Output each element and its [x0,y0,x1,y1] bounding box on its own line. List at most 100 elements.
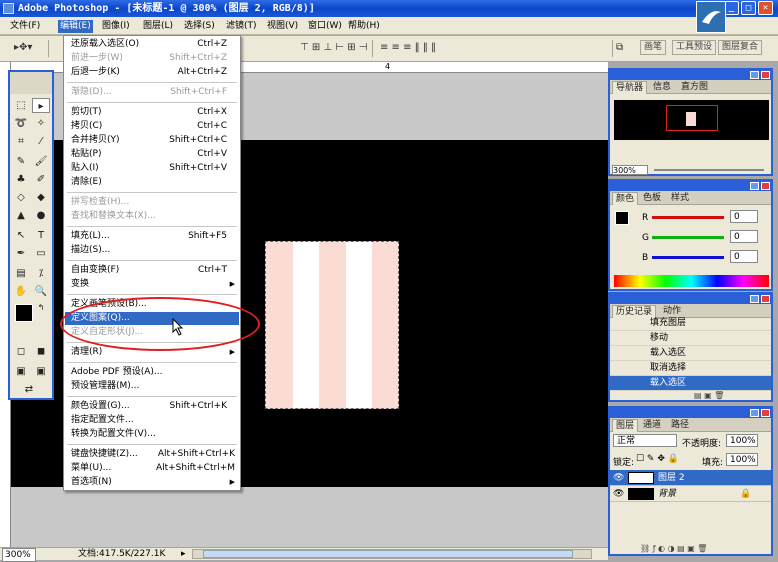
menu-assign-profile[interactable]: 指定配置文件... [65,414,239,427]
palette-well-icon[interactable]: ⧉ [616,41,623,55]
dock-tab-layer-comps[interactable]: 图层复合 [718,40,763,55]
status-menu-arrow-icon[interactable]: ▸ [181,548,186,560]
eyedropper-icon[interactable]: ⁒ [32,266,50,281]
pen-tool-icon[interactable]: ✒ [12,246,30,261]
crop-tool-icon[interactable]: ⌗ [12,134,30,149]
move-tool-icon[interactable]: ▸✥▾ [14,41,32,55]
close-icon[interactable] [761,182,770,190]
minimize-icon[interactable] [750,71,759,79]
view-box[interactable] [666,105,718,131]
full-screen-icon[interactable]: ▣ [32,364,50,379]
menu-pdf-presets[interactable]: Adobe PDF 预设(A)... [65,366,239,379]
minimize-icon[interactable] [750,409,759,417]
foreground-color-swatch[interactable] [15,304,33,322]
menu-paste-into[interactable]: 贴入(I) Shift+Ctrl+V [65,162,239,175]
magic-wand-icon[interactable]: ✧ [32,116,50,131]
tab-layers[interactable]: 图层 [612,419,639,432]
brush-tool-icon[interactable]: 🖌 [32,154,50,169]
zoom-slider[interactable] [654,169,764,171]
imageready-jump-icon[interactable]: ⇄ [20,382,38,397]
quick-mask-icon[interactable]: ◼ [32,344,50,359]
minimize-icon[interactable] [750,295,759,303]
visibility-eye-icon[interactable]: 👁 [613,486,624,502]
menu-clear[interactable]: 清除(E) [65,176,239,189]
eraser-tool-icon[interactable]: ◇ [12,190,30,205]
minimize-button[interactable]: _ [724,1,739,15]
menu-step-backward[interactable]: 后退一步(K) Alt+Ctrl+Z [65,66,239,79]
hand-tool-icon[interactable]: ✋ [12,284,30,299]
dodge-tool-icon[interactable]: ● [32,208,50,223]
history-item[interactable]: 取消选择 [610,361,771,376]
align-buttons[interactable]: ⊤ ⊞ ⊥ ⊢ ⊞ ⊣ [300,41,368,55]
shape-tool-icon[interactable]: ▭ [32,246,50,261]
menu-filter[interactable]: 滤镜(T) [224,20,259,33]
menu-undo[interactable]: 还原载入选区(O) Ctrl+Z [65,38,239,51]
color-spectrum[interactable] [614,275,769,287]
menu-select[interactable]: 选择(S) [182,20,217,33]
blend-mode-select[interactable]: 正常 [613,434,677,447]
layer-row-background[interactable]: 👁 背景 🔒 [610,486,771,502]
path-selection-icon[interactable]: ↖ [12,228,30,243]
menu-color-settings[interactable]: 颜色设置(G)... Shift+Ctrl+K [65,400,239,413]
menu-cut[interactable]: 剪切(T) Ctrl+X [65,106,239,119]
notes-tool-icon[interactable]: ▤ [12,266,30,281]
lasso-tool-icon[interactable]: ➰ [12,116,30,131]
blur-tool-icon[interactable]: ▲ [12,208,30,223]
menu-preferences[interactable]: 首选项(N) ▶ [65,476,239,489]
screen-mode-icon[interactable]: ▣ [12,364,30,379]
close-icon[interactable] [761,71,770,79]
menu-transform[interactable]: 变换 ▶ [65,278,239,291]
healing-brush-icon[interactable]: ✎ [12,154,30,169]
menu-view[interactable]: 视图(V) [265,20,300,33]
menu-layer[interactable]: 图层(L) [141,20,175,33]
history-item[interactable]: 载入选区 [610,346,771,361]
slice-tool-icon[interactable]: ⁄ [32,134,50,149]
tab-info[interactable]: 信息 [650,81,674,94]
tab-channels[interactable]: 通道 [640,419,664,432]
history-buttons[interactable]: ▤ ▣ 🗑 [694,392,766,400]
dock-tab-tool-presets[interactable]: 工具预设 [672,40,717,55]
navigator-zoom-field[interactable]: 300% [612,165,648,175]
visibility-eye-icon[interactable]: 👁 [613,470,624,486]
slider-g[interactable] [652,236,724,239]
menu-preset-manager[interactable]: 预设管理器(M)... [65,380,239,393]
history-item-selected[interactable]: 载入选区 [610,376,771,391]
tab-histogram[interactable]: 直方图 [678,81,711,94]
scroll-thumb[interactable] [203,550,573,558]
slider-b[interactable] [652,256,724,259]
menu-convert-profile[interactable]: 转换为配置文件(V)... [65,428,239,441]
horizontal-scrollbar[interactable] [192,549,592,559]
gradient-tool-icon[interactable]: ◆ [32,190,50,205]
menu-copy[interactable]: 拷贝(C) Ctrl+C [65,120,239,133]
swap-colors-icon[interactable]: ↰ [32,300,50,315]
stamp-tool-icon[interactable]: ♣ [12,172,30,187]
tab-swatches[interactable]: 色板 [640,192,664,205]
input-b[interactable]: 0 [730,250,758,263]
menu-edit[interactable]: 编辑(E) [58,20,93,33]
minimize-icon[interactable] [750,182,759,190]
layer-row-layer2[interactable]: 👁 图层 2 [610,470,771,486]
pattern-selection[interactable] [265,241,399,409]
close-icon[interactable] [761,409,770,417]
move-tool-icon[interactable]: ▸ [32,98,50,113]
menu-image[interactable]: 图像(I) [100,20,132,33]
close-icon[interactable] [761,295,770,303]
foreground-swatch[interactable] [615,211,629,225]
menu-paste[interactable]: 粘贴(P) Ctrl+V [65,148,239,161]
close-button[interactable]: ✕ [758,1,773,15]
maximize-button[interactable]: □ [741,1,756,15]
layer-buttons[interactable]: ⛓ ƒ ◐ ◑ ▤ ▣ 🗑 [640,544,768,554]
menu-help[interactable]: 帮助(H) [346,20,382,33]
standard-mode-icon[interactable]: ◻ [12,344,30,359]
menu-window[interactable]: 窗口(W) [306,20,344,33]
tab-styles[interactable]: 样式 [668,192,692,205]
tab-color[interactable]: 颜色 [612,192,639,205]
slider-r[interactable] [652,216,724,219]
fill-input[interactable]: 100% [726,453,758,466]
menu-keyboard-shortcuts[interactable]: 键盘快捷键(Z)... Alt+Shift+Ctrl+K [65,448,239,461]
tab-navigator[interactable]: 导航器 [612,81,648,94]
navigator-thumbnail[interactable] [614,100,769,140]
distribute-buttons[interactable]: ≡ ≡ ≡ ‖ ‖ ‖ [380,41,436,55]
history-item[interactable]: 填充图层 [610,316,771,331]
opacity-input[interactable]: 100% [726,434,758,447]
